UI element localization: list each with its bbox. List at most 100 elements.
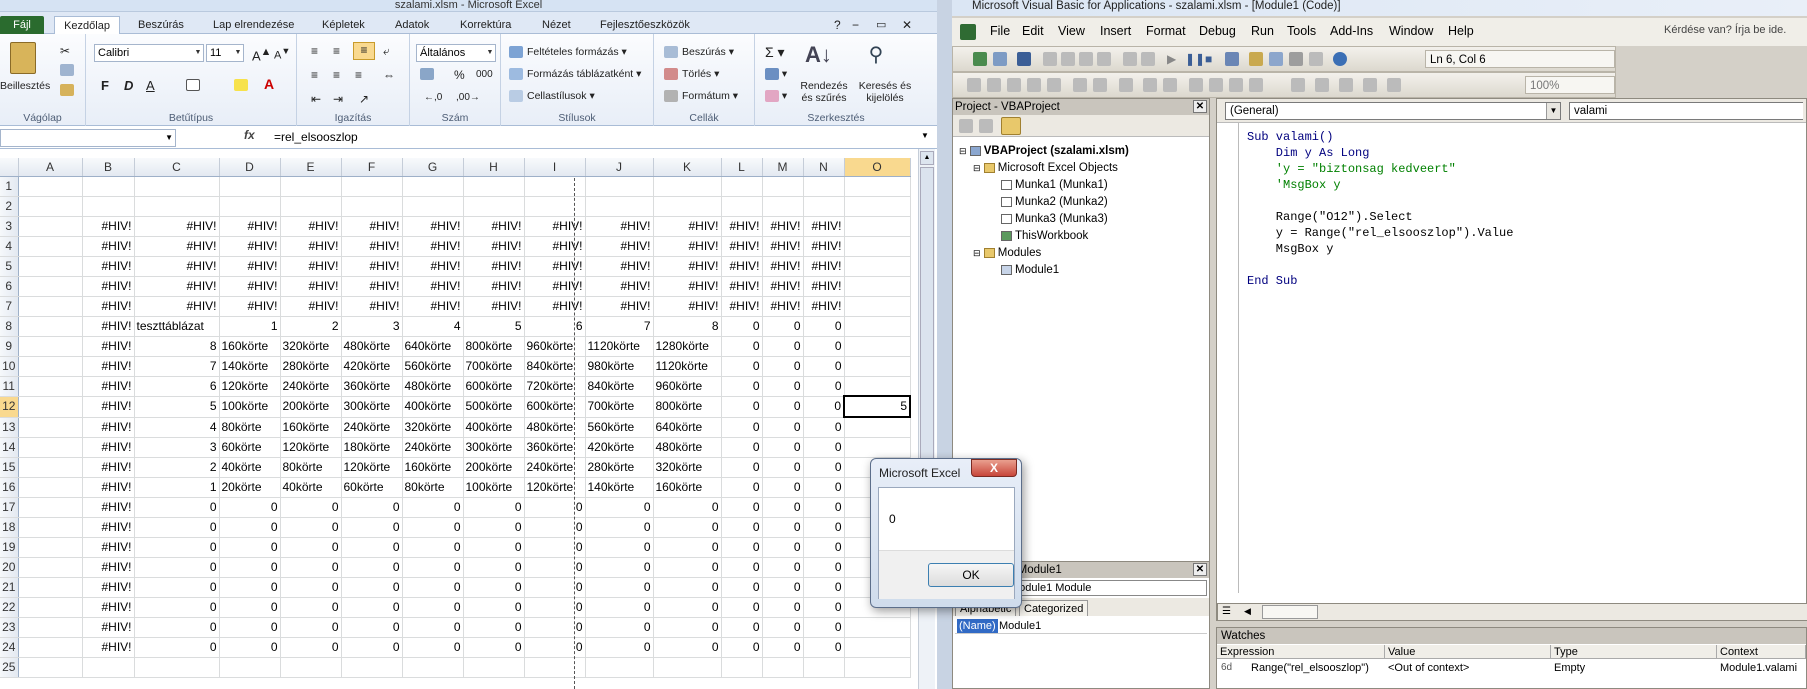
cell-i2[interactable]	[524, 196, 586, 217]
align-middle-icon[interactable]: ≡	[333, 44, 340, 58]
cell-j23[interactable]: 0	[585, 617, 654, 638]
cell-m13[interactable]: 0	[762, 417, 804, 438]
column-header-d[interactable]: D	[219, 158, 281, 177]
wrap-text-icon[interactable]: ⤶	[383, 44, 390, 59]
cell-b11[interactable]: #HIV!	[82, 376, 135, 397]
property-row-name[interactable]: (Name) Module1	[955, 618, 1207, 634]
cell-g25[interactable]	[402, 657, 464, 678]
cut-icon[interactable]: ✂	[60, 44, 70, 58]
row-header[interactable]: 19	[0, 537, 19, 558]
cell-n11[interactable]: 0	[803, 376, 845, 397]
row-header[interactable]: 23	[0, 617, 19, 638]
cell-d18[interactable]: 0	[219, 517, 281, 538]
cell-i7[interactable]: #HIV!	[524, 296, 586, 317]
complete-word-icon[interactable]	[1047, 78, 1061, 92]
cell-h23[interactable]: 0	[463, 617, 525, 638]
cell-d12[interactable]: 100körte	[219, 396, 281, 418]
format-painter-icon[interactable]	[60, 84, 74, 97]
cell-e21[interactable]: 0	[280, 577, 342, 598]
cell-f7[interactable]: #HIV!	[341, 296, 403, 317]
sort-filter-button[interactable]: Rendezés és szűrés	[797, 80, 851, 104]
cell-c9[interactable]: 8	[134, 336, 220, 357]
cell-l20[interactable]: 0	[721, 557, 763, 578]
cell-b2[interactable]	[82, 196, 135, 217]
cell-e25[interactable]	[280, 657, 342, 678]
column-header-k[interactable]: K	[653, 158, 722, 177]
cell-styles-button[interactable]: Cellastílusok ▾	[509, 90, 595, 103]
cell-k19[interactable]: 0	[653, 537, 722, 558]
close-icon[interactable]: ✕	[1193, 563, 1207, 576]
cell-j5[interactable]: #HIV!	[585, 256, 654, 277]
formula-input[interactable]: =rel_elsooszlop	[274, 130, 358, 144]
cell-d11[interactable]: 120körte	[219, 376, 281, 397]
cell-n10[interactable]: 0	[803, 356, 845, 377]
cell-l5[interactable]: #HIV!	[721, 256, 763, 277]
cell-b25[interactable]	[82, 657, 135, 678]
cell-g2[interactable]	[402, 196, 464, 217]
cell-k23[interactable]: 0	[653, 617, 722, 638]
make-same-size-icon[interactable]	[1315, 78, 1329, 92]
align-right-icon[interactable]: ≡	[355, 68, 362, 82]
code-line[interactable]: 'MsgBox y	[1247, 177, 1513, 193]
cell-l7[interactable]: #HIV!	[721, 296, 763, 317]
cell-n8[interactable]: 0	[803, 316, 845, 337]
cell-j13[interactable]: 560körte	[585, 417, 654, 438]
cell-e18[interactable]: 0	[280, 517, 342, 538]
cell-l15[interactable]: 0	[721, 457, 763, 478]
borders-icon[interactable]	[186, 79, 200, 92]
cell-a13[interactable]	[18, 417, 83, 438]
menu-view[interactable]: View	[1058, 24, 1085, 38]
undo-icon[interactable]	[1123, 52, 1137, 66]
cell-f15[interactable]: 120körte	[341, 457, 403, 478]
cell-e14[interactable]: 120körte	[280, 437, 342, 458]
cell-h3[interactable]: #HIV!	[463, 216, 525, 237]
cell-a11[interactable]	[18, 376, 83, 397]
cell-f10[interactable]: 420körte	[341, 356, 403, 377]
cell-n9[interactable]: 0	[803, 336, 845, 357]
toggle-breakpoint-icon[interactable]	[1119, 78, 1133, 92]
cell-k25[interactable]	[653, 657, 722, 678]
fill-color-icon[interactable]	[234, 79, 248, 92]
cell-c8[interactable]: teszttáblázat	[134, 316, 220, 337]
code-line[interactable]	[1247, 193, 1513, 209]
cell-e24[interactable]: 0	[280, 637, 342, 658]
cell-d14[interactable]: 60körte	[219, 437, 281, 458]
cell-g23[interactable]: 0	[402, 617, 464, 638]
cell-b20[interactable]: #HIV!	[82, 557, 135, 578]
cell-b5[interactable]: #HIV!	[82, 256, 135, 277]
cell-o12[interactable]: 5	[843, 395, 911, 418]
next-bookmark-icon[interactable]	[1209, 78, 1223, 92]
parameter-info-icon[interactable]	[1027, 78, 1041, 92]
cell-m7[interactable]: #HIV!	[762, 296, 804, 317]
cell-g5[interactable]: #HIV!	[402, 256, 464, 277]
cell-a22[interactable]	[18, 597, 83, 618]
view-code-icon[interactable]	[959, 119, 973, 133]
cell-d19[interactable]: 0	[219, 537, 281, 558]
cell-f22[interactable]: 0	[341, 597, 403, 618]
cell-g9[interactable]: 640körte	[402, 336, 464, 357]
align-top-icon[interactable]: ≡	[311, 44, 318, 58]
cell-b21[interactable]: #HIV!	[82, 577, 135, 598]
cell-c24[interactable]: 0	[134, 637, 220, 658]
cell-h4[interactable]: #HIV!	[463, 236, 525, 257]
column-header-e[interactable]: E	[280, 158, 342, 177]
tree-item-munka3[interactable]: Munka3 (Munka3)	[1001, 213, 1108, 225]
design-mode-icon[interactable]	[1225, 52, 1239, 66]
cell-k7[interactable]: #HIV!	[653, 296, 722, 317]
cell-m9[interactable]: 0	[762, 336, 804, 357]
tab-page-layout[interactable]: Lap elrendezése	[211, 16, 296, 34]
cell-b8[interactable]: #HIV!	[82, 316, 135, 337]
zoom-select[interactable]: 100%	[1525, 76, 1615, 94]
cell-c1[interactable]	[134, 176, 220, 197]
cell-e3[interactable]: #HIV!	[280, 216, 342, 237]
cell-n25[interactable]	[803, 657, 845, 678]
cell-n13[interactable]: 0	[803, 417, 845, 438]
percent-icon[interactable]: %	[454, 68, 465, 82]
cell-b3[interactable]: #HIV!	[82, 216, 135, 237]
cell-g18[interactable]: 0	[402, 517, 464, 538]
cell-k4[interactable]: #HIV!	[653, 236, 722, 257]
cell-i1[interactable]	[524, 176, 586, 197]
cell-c20[interactable]: 0	[134, 557, 220, 578]
menu-addins[interactable]: Add-Ins	[1330, 24, 1373, 38]
cell-g12[interactable]: 400körte	[402, 396, 464, 418]
